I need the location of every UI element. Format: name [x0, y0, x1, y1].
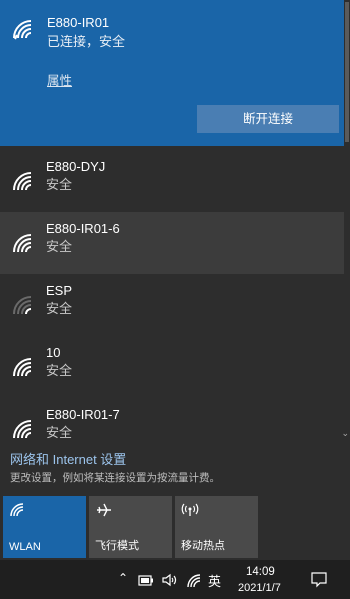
wifi-signal-icon	[13, 20, 32, 40]
network-list-item[interactable]: E880-IR01-7 安全	[0, 398, 344, 440]
connected-network-item[interactable]: E880-IR01 已连接，安全 属性 断开连接	[0, 0, 350, 146]
properties-link[interactable]: 属性	[47, 70, 72, 89]
wifi-weak-signal-icon	[13, 296, 32, 315]
tile-label: WLAN	[9, 541, 41, 553]
settings-description: 更改设置，例如将某连接设置为按流量计费。	[10, 472, 220, 484]
disconnect-button[interactable]: 断开连接	[197, 105, 339, 133]
network-status: 安全	[46, 177, 73, 192]
wifi-icon	[10, 503, 24, 517]
wifi-signal-icon	[13, 172, 32, 191]
network-name: E880-IR01-7	[46, 407, 120, 422]
wifi-tray-icon[interactable]	[186, 573, 202, 588]
input-method-indicator[interactable]: 英	[208, 571, 221, 590]
network-flyout: E880-IR01 已连接，安全 属性 断开连接 E880-DYJ 安全 E88…	[0, 0, 350, 560]
network-name: 10	[46, 345, 61, 360]
network-list-item[interactable]: E880-DYJ 安全	[0, 150, 344, 212]
tile-label: 飞行模式	[95, 540, 139, 552]
network-settings-link[interactable]: 网络和 Internet 设置	[10, 449, 126, 468]
wifi-signal-icon	[13, 234, 32, 253]
network-name: E880-IR01-6	[46, 221, 120, 236]
tile-label: 移动热点	[181, 540, 225, 552]
network-status: 安全	[46, 363, 73, 378]
airplane-mode-toggle[interactable]: 飞行模式	[89, 496, 172, 558]
network-name: ESP	[46, 283, 73, 298]
wifi-signal-icon	[13, 420, 32, 439]
clock-time[interactable]: 14:09	[246, 566, 275, 578]
network-list-item[interactable]: 10 安全	[0, 336, 344, 398]
scrollbar[interactable]	[344, 0, 350, 440]
scrollbar-thumb[interactable]	[345, 2, 349, 142]
network-name: E880-DYJ	[46, 159, 106, 174]
network-status: 安全	[46, 425, 73, 440]
hotspot-icon	[181, 503, 199, 516]
wlan-toggle[interactable]: WLAN	[3, 496, 86, 558]
network-name: E880-IR01	[47, 15, 110, 30]
clock-date[interactable]: 2021/1/7	[238, 582, 281, 594]
taskbar: ⌃ 英 14:09 2021/1/7	[0, 560, 350, 599]
network-status: 安全	[46, 301, 73, 316]
settings-area: 网络和 Internet 设置 更改设置，例如将某连接设置为按流量计费。 WLA…	[0, 440, 350, 560]
battery-icon[interactable]	[138, 575, 154, 586]
network-status: 安全	[46, 239, 73, 254]
scroll-down-icon[interactable]: ⌄	[341, 428, 349, 439]
chevron-up-icon[interactable]: ⌃	[118, 571, 128, 585]
wifi-signal-icon	[13, 358, 32, 377]
network-status: 已连接，安全	[47, 34, 126, 49]
notification-icon[interactable]	[311, 572, 327, 588]
network-list-item[interactable]: E880-IR01-6 安全	[0, 212, 344, 274]
airplane-icon	[97, 503, 111, 517]
network-list-item[interactable]: ESP 安全	[0, 274, 344, 336]
volume-icon[interactable]	[162, 573, 180, 587]
mobile-hotspot-toggle[interactable]: 移动热点	[175, 496, 258, 558]
